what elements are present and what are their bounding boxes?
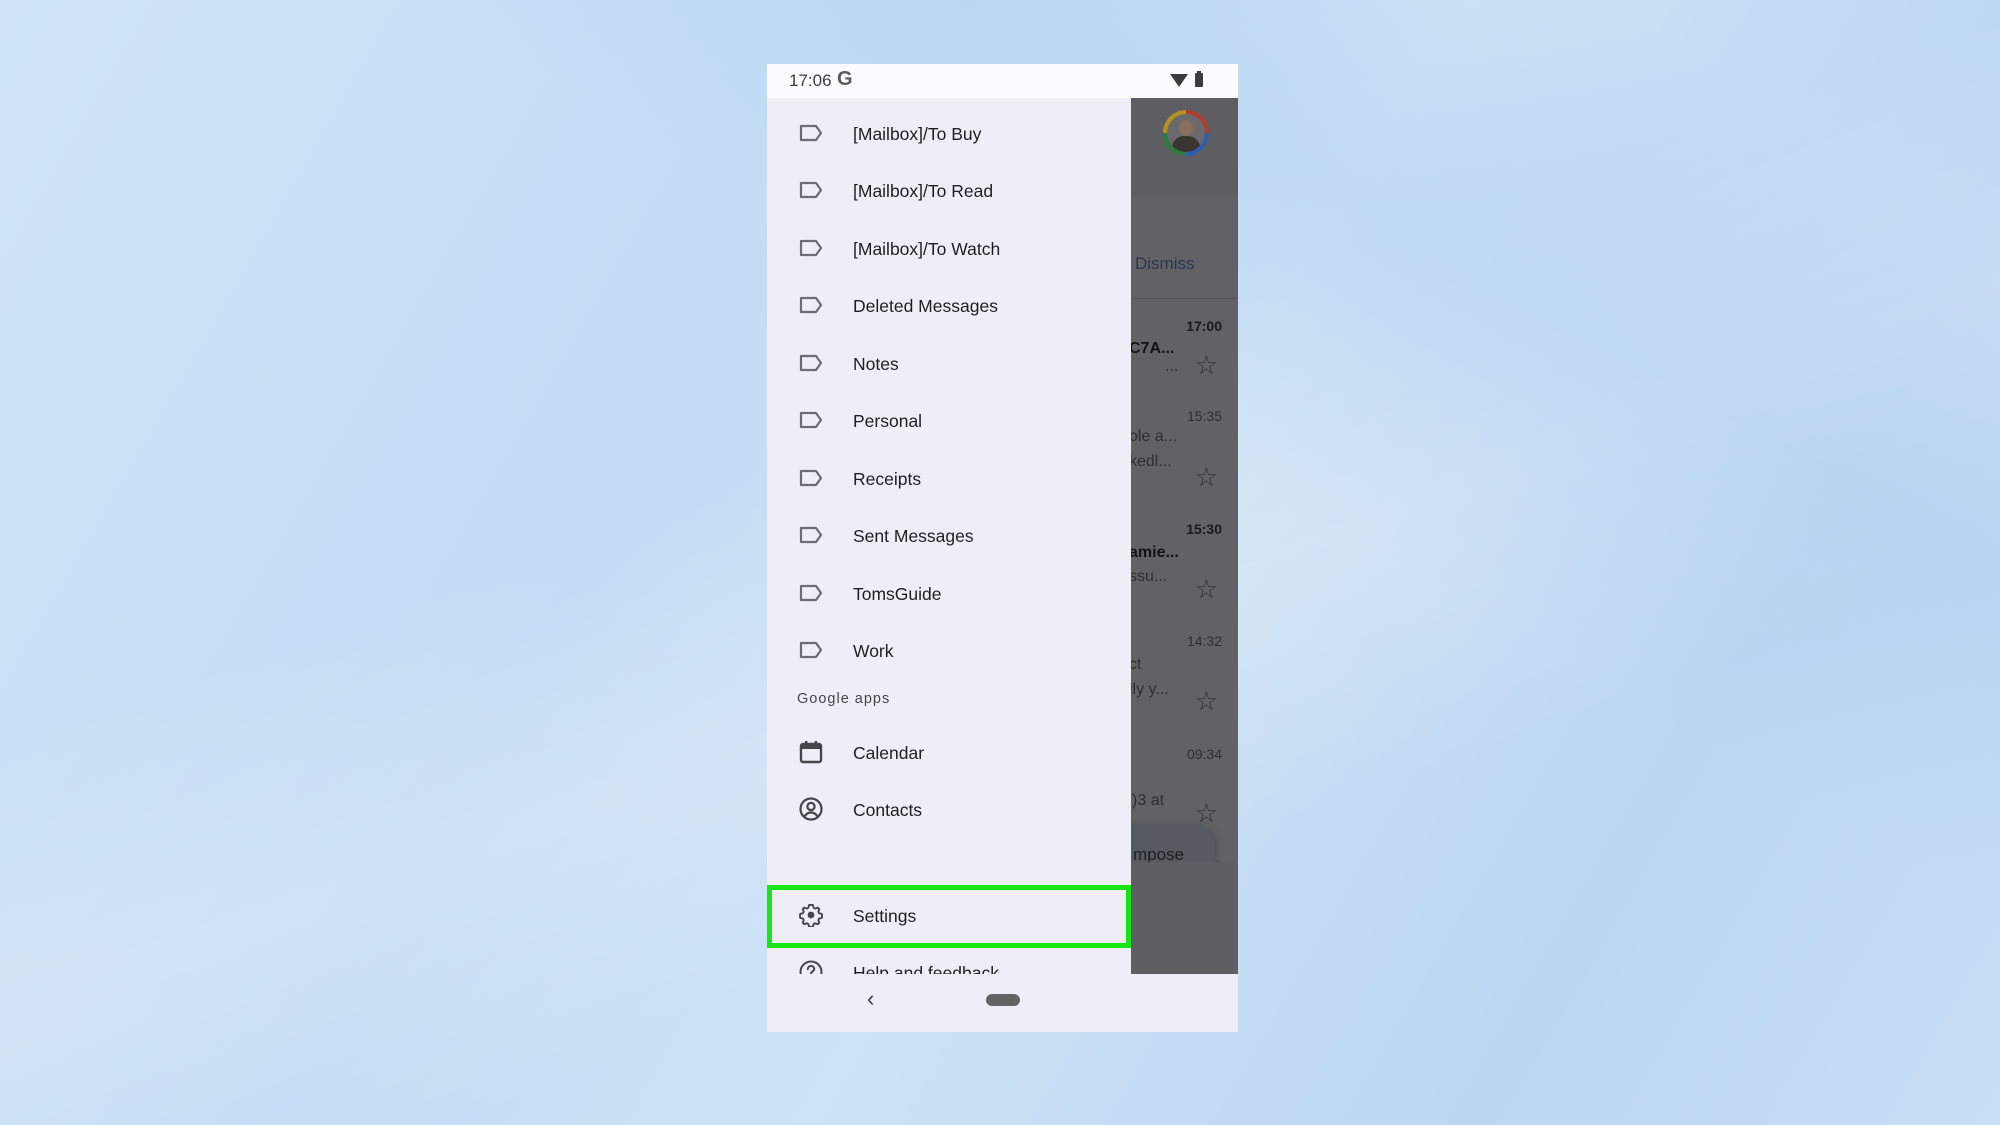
drawer-item-deleted-messages[interactable]: Deleted Messages [767,278,1131,335]
google-apps-heading: Google apps [797,691,891,707]
email-sender: C7A... [1131,340,1175,357]
email-snippet: ssu... [1131,568,1168,585]
avatar-photo [1167,114,1205,152]
label-icon [799,526,823,548]
star-icon[interactable]: ☆ [1195,688,1218,714]
drawer-item-label: Sent Messages [853,526,974,546]
google-badge-icon: G [837,68,853,90]
label-icon [799,181,823,203]
drawer-item-to-watch[interactable]: [Mailbox]/To Watch [767,221,1131,278]
drawer-item-label: [Mailbox]/To Watch [853,239,1001,259]
email-snippet: ')3 at [1131,792,1165,809]
label-icon [799,239,823,261]
avatar-body [1172,136,1200,152]
status-time: 17:06 [789,71,832,90]
phone-screen: 17:06 G Dismiss 17:00 C7A... ... ☆ 15:35… [767,64,1238,1032]
inbox-bottom-bar [1131,862,1238,974]
email-time: 15:30 [1186,521,1222,537]
contacts-icon [799,797,823,821]
email-sender: amie... [1131,544,1179,561]
label-icon [799,584,823,606]
drawer-item-label: Deleted Messages [853,296,998,316]
back-icon[interactable]: ‹ [867,986,874,1012]
drawer-item-tomsguide[interactable]: TomsGuide [767,566,1131,623]
drawer-item-calendar[interactable]: Calendar [767,725,1131,782]
email-time: 17:00 [1186,318,1222,334]
home-pill[interactable] [986,994,1020,1006]
star-icon[interactable]: ☆ [1195,576,1218,602]
inbox-header [1131,98,1238,196]
calendar-icon [799,740,823,764]
star-icon[interactable]: ☆ [1195,800,1218,826]
drawer-item-contacts[interactable]: Contacts [767,782,1131,839]
battery-icon [1195,71,1203,87]
email-time: 09:34 [1186,746,1222,762]
star-icon[interactable]: ☆ [1195,464,1218,490]
system-nav-bar: ‹ [767,974,1238,1032]
drawer-item-label: [Mailbox]/To Read [853,181,994,201]
drawer-item-to-read[interactable]: [Mailbox]/To Read [767,163,1131,220]
drawer-item-label: Personal [853,411,923,431]
account-avatar[interactable] [1163,110,1209,156]
drawer-item-label: TomsGuide [853,584,942,604]
email-snippet: ct [1131,656,1142,673]
drawer-item-label: Contacts [853,800,923,820]
drawer-item-label: Receipts [853,469,922,489]
drawer-item-notes[interactable]: Notes [767,336,1131,393]
drawer-item-sent-messages[interactable]: Sent Messages [767,508,1131,565]
wifi-icon [1170,74,1188,87]
drawer-item-to-buy[interactable]: [Mailbox]/To Buy [767,106,1131,163]
email-snippet: lly y... [1131,681,1169,698]
inbox-scrim[interactable]: Dismiss 17:00 C7A... ... ☆ 15:35 ole a..… [1131,98,1238,974]
settings-highlight-box [767,885,1131,948]
drawer-item-label: Work [853,641,894,661]
star-icon[interactable]: ☆ [1195,352,1218,378]
email-snippet: kedl... [1131,453,1172,470]
label-icon [799,124,823,146]
label-icon [799,469,823,491]
drawer-item-label: Notes [853,354,899,374]
email-time: 15:35 [1186,408,1222,424]
status-bar: 17:06 G [767,64,1238,98]
label-icon [799,296,823,318]
email-snippet: ... [1165,358,1179,375]
email-time: 14:32 [1186,633,1222,649]
label-icon [799,641,823,663]
label-icon [799,411,823,433]
divider [1131,298,1238,299]
email-snippet: ole a... [1131,428,1178,445]
drawer-item-receipts[interactable]: Receipts [767,451,1131,508]
avatar-face [1179,120,1193,136]
drawer-item-label: [Mailbox]/To Buy [853,124,982,144]
label-icon [799,354,823,376]
drawer-item-work[interactable]: Work [767,623,1131,680]
dismiss-button[interactable]: Dismiss [1135,254,1195,274]
drawer-item-personal[interactable]: Personal [767,393,1131,450]
drawer-item-label: Calendar [853,743,925,763]
navigation-drawer: [Mailbox]/To Buy [Mailbox]/To Read [Mail… [767,98,1131,984]
